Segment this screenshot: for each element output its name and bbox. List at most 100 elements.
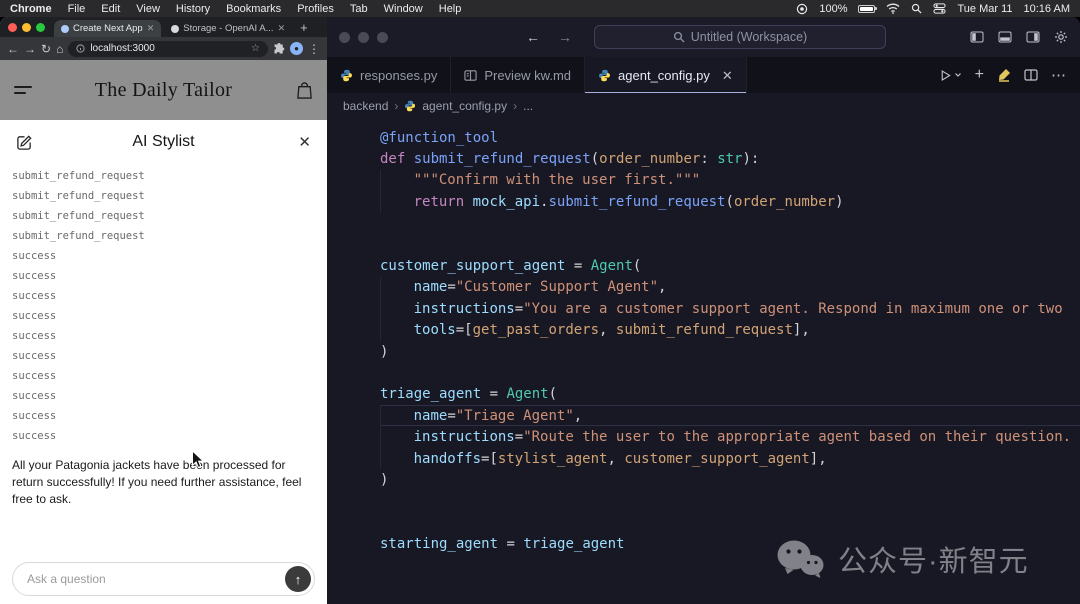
site-info-icon[interactable] bbox=[76, 44, 85, 53]
indent-guide bbox=[380, 298, 414, 319]
wifi-icon[interactable] bbox=[886, 3, 900, 14]
menu-app-name[interactable]: Chrome bbox=[10, 3, 52, 15]
log-entry: success bbox=[12, 426, 315, 446]
tab-agent-config-py[interactable]: agent_config.py ✕ bbox=[585, 57, 747, 93]
editor-actions: + ⋯ bbox=[925, 57, 1080, 93]
layout-controls bbox=[970, 30, 1068, 44]
code-line[interactable]: name="Triage Agent", bbox=[380, 405, 1080, 426]
send-button[interactable]: ↑ bbox=[285, 566, 311, 592]
close-tab-icon[interactable]: ✕ bbox=[278, 23, 286, 34]
address-bar[interactable]: localhost:3000 ☆ bbox=[68, 41, 268, 57]
code-line[interactable]: ) bbox=[380, 341, 1080, 362]
browser-tab-create-next-app[interactable]: Create Next App ✕ bbox=[54, 20, 161, 37]
code-line[interactable] bbox=[380, 234, 1080, 255]
menubar-date[interactable]: Tue Mar 11 bbox=[957, 3, 1012, 15]
log-entry: submit_refund_request bbox=[12, 186, 315, 206]
code-line[interactable]: instructions="Route the user to the appr… bbox=[380, 426, 1080, 447]
menu-item-history[interactable]: History bbox=[176, 3, 210, 15]
tab-label: Preview kw.md bbox=[484, 68, 571, 83]
menu-status-area: 100% Tue Mar 11 10:16 AM bbox=[796, 2, 1070, 15]
watermark: 公众号·新智元 bbox=[775, 538, 1029, 580]
hamburger-menu-icon[interactable] bbox=[14, 86, 32, 94]
zoom-window-button[interactable] bbox=[377, 32, 388, 43]
log-entry: submit_refund_request bbox=[12, 166, 315, 186]
forward-icon[interactable]: → bbox=[24, 43, 36, 55]
code-line[interactable]: @function_tool bbox=[380, 127, 1080, 148]
tab-label: Create Next App bbox=[73, 23, 143, 34]
menu-item-edit[interactable]: Edit bbox=[101, 3, 120, 15]
code-line[interactable] bbox=[380, 213, 1080, 234]
shopping-bag-icon[interactable] bbox=[296, 81, 313, 100]
watermark-text: 公众号·新智元 bbox=[838, 538, 1029, 580]
menu-item-profiles[interactable]: Profiles bbox=[297, 3, 334, 15]
browser-menu-icon[interactable]: ⋮ bbox=[308, 43, 320, 55]
close-window-button[interactable] bbox=[8, 23, 17, 32]
code-editor[interactable]: @function_tooldef submit_refund_request(… bbox=[327, 118, 1080, 604]
highlighter-pen-icon[interactable] bbox=[997, 68, 1011, 82]
log-entry: success bbox=[12, 386, 315, 406]
code-line[interactable] bbox=[380, 491, 1080, 512]
ask-question-input[interactable] bbox=[12, 562, 315, 596]
code-line[interactable]: ) bbox=[380, 469, 1080, 490]
go-forward-icon[interactable]: → bbox=[558, 29, 572, 45]
menu-item-help[interactable]: Help bbox=[439, 3, 462, 15]
minimize-window-button[interactable] bbox=[22, 23, 31, 32]
code-line[interactable]: return mock_api.submit_refund_request(or… bbox=[380, 191, 1080, 212]
code-line[interactable] bbox=[380, 362, 1080, 383]
code-line[interactable]: triage_agent = Agent( bbox=[380, 384, 1080, 405]
reload-icon[interactable]: ↻ bbox=[41, 43, 51, 55]
profile-avatar[interactable]: ● bbox=[290, 42, 303, 55]
code-line[interactable]: instructions="You are a customer support… bbox=[380, 298, 1080, 319]
breadcrumb-file[interactable]: agent_config.py bbox=[422, 99, 507, 113]
browser-tab-strip: Create Next App ✕ Storage - OpenAI A... … bbox=[0, 17, 327, 37]
close-panel-icon[interactable]: ✕ bbox=[298, 135, 311, 150]
split-editor-icon[interactable] bbox=[1024, 68, 1038, 82]
code-line[interactable] bbox=[380, 512, 1080, 533]
bookmark-star-icon[interactable]: ☆ bbox=[251, 43, 260, 54]
go-back-icon[interactable]: ← bbox=[526, 29, 540, 45]
menu-item-tab[interactable]: Tab bbox=[350, 3, 368, 15]
tab-favicon bbox=[171, 25, 179, 33]
menu-item-view[interactable]: View bbox=[136, 3, 160, 15]
screen-record-icon[interactable] bbox=[796, 3, 808, 15]
breadcrumb-more[interactable]: ... bbox=[523, 99, 533, 113]
vscode-window-controls bbox=[339, 32, 388, 43]
battery-icon[interactable] bbox=[858, 5, 875, 13]
menu-item-bookmarks[interactable]: Bookmarks bbox=[226, 3, 281, 15]
code-line[interactable]: """Confirm with the user first.""" bbox=[380, 170, 1080, 191]
menu-item-window[interactable]: Window bbox=[384, 3, 423, 15]
close-tab-icon[interactable]: ✕ bbox=[147, 23, 155, 34]
search-icon bbox=[673, 31, 685, 43]
toggle-sidebar-icon[interactable] bbox=[970, 30, 984, 44]
toggle-secondary-sidebar-icon[interactable] bbox=[1026, 30, 1040, 44]
new-tab-button[interactable]: + bbox=[295, 20, 313, 35]
close-tab-icon[interactable]: ✕ bbox=[722, 69, 733, 82]
minimize-window-button[interactable] bbox=[358, 32, 369, 43]
menubar-time[interactable]: 10:16 AM bbox=[1024, 3, 1070, 15]
breadcrumb-folder[interactable]: backend bbox=[343, 99, 388, 113]
close-window-button[interactable] bbox=[339, 32, 350, 43]
compose-icon[interactable] bbox=[16, 134, 33, 151]
code-line[interactable]: name="Customer Support Agent", bbox=[380, 277, 1080, 298]
browser-tab-storage-openai[interactable]: Storage - OpenAI A... ✕ bbox=[164, 20, 292, 37]
code-line[interactable]: handoffs=[stylist_agent, customer_suppor… bbox=[380, 448, 1080, 469]
code-line[interactable]: customer_support_agent = Agent( bbox=[380, 255, 1080, 276]
tab-preview-kw-md[interactable]: Preview kw.md bbox=[451, 57, 585, 93]
spotlight-search-icon[interactable] bbox=[911, 3, 922, 14]
code-line[interactable]: def submit_refund_request(order_number: … bbox=[380, 148, 1080, 169]
tab-responses-py[interactable]: responses.py bbox=[327, 57, 451, 93]
menu-item-file[interactable]: File bbox=[68, 3, 86, 15]
settings-gear-icon[interactable] bbox=[1054, 30, 1068, 44]
code-line[interactable]: tools=[get_past_orders, submit_refund_re… bbox=[380, 320, 1080, 341]
more-actions-icon[interactable]: ⋯ bbox=[1051, 68, 1066, 83]
toggle-panel-icon[interactable] bbox=[998, 30, 1012, 44]
zoom-window-button[interactable] bbox=[36, 23, 45, 32]
workspace-search-box[interactable]: Untitled (Workspace) bbox=[594, 25, 886, 49]
home-icon[interactable]: ⌂ bbox=[56, 43, 63, 55]
control-center-icon[interactable] bbox=[933, 2, 946, 15]
extensions-icon[interactable] bbox=[273, 43, 285, 55]
new-file-button[interactable]: + bbox=[975, 67, 984, 83]
back-icon[interactable]: ← bbox=[7, 43, 19, 55]
run-python-file-button[interactable] bbox=[939, 69, 962, 82]
indent-guide bbox=[380, 426, 414, 447]
